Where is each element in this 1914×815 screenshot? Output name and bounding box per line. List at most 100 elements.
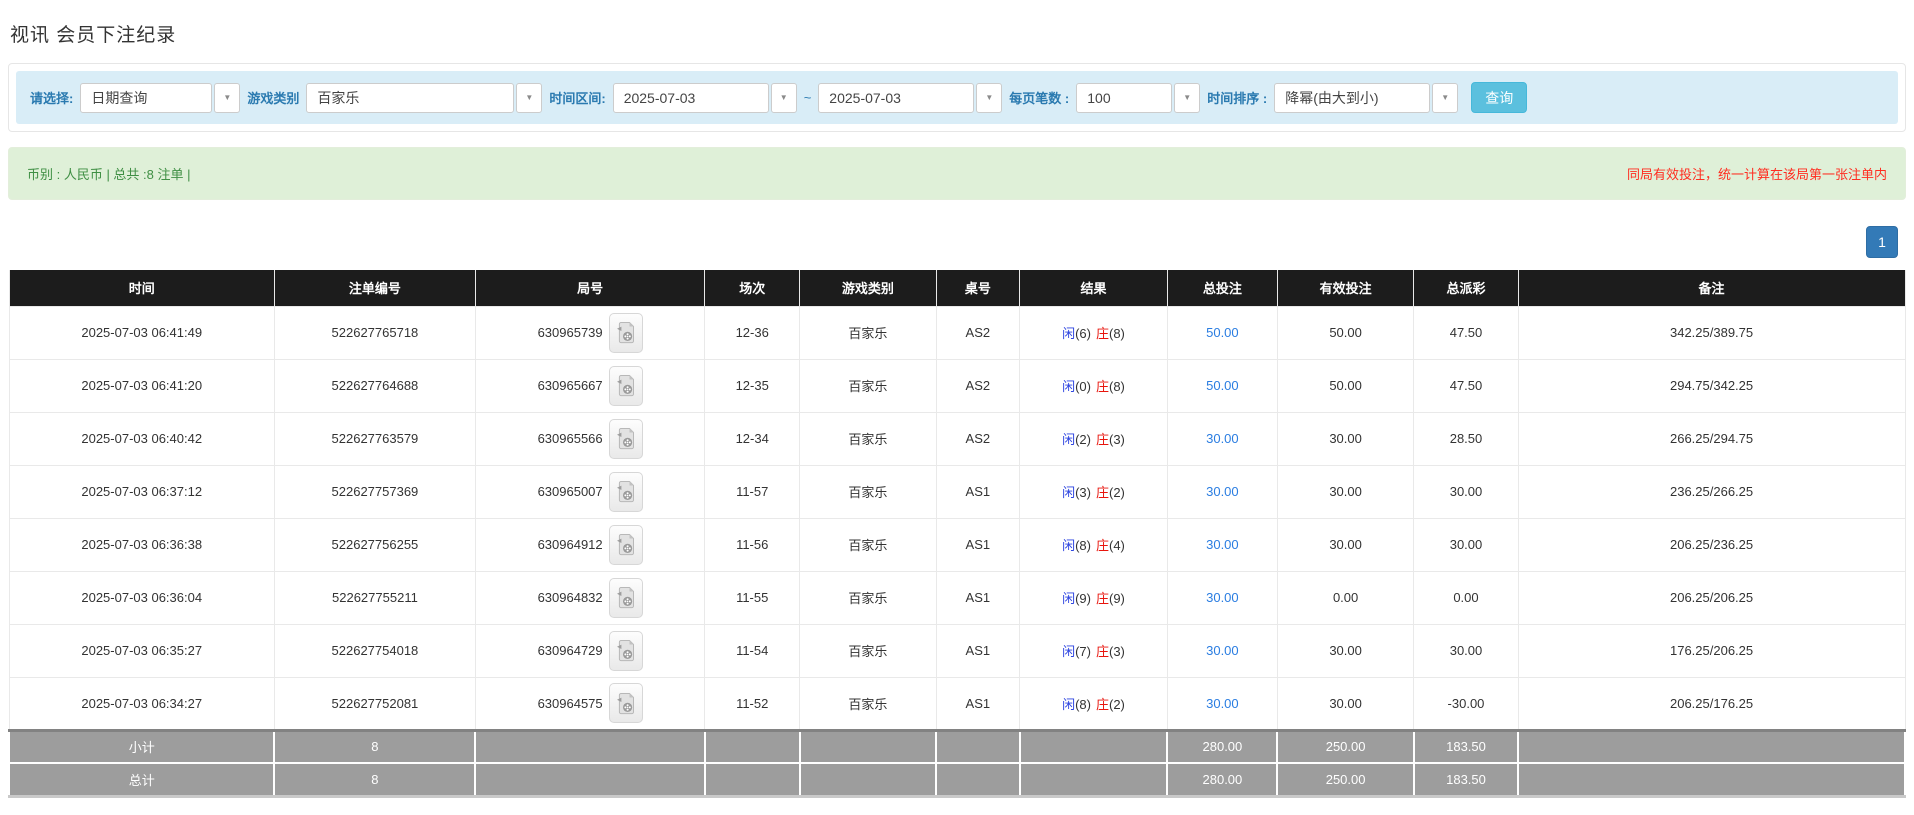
caret-down-icon: ▼: [223, 94, 231, 102]
cell-table-no: AS1: [936, 518, 1019, 571]
total-bet-link[interactable]: 30.00: [1206, 431, 1239, 446]
cell-remark: 206.25/176.25: [1518, 677, 1905, 730]
result-player-score: (8): [1075, 538, 1091, 553]
cell-payout: 30.00: [1414, 518, 1518, 571]
result-banker-score: (2): [1109, 697, 1125, 712]
result-player-label: 闲: [1062, 538, 1075, 553]
cell-session: 11-52: [705, 677, 800, 730]
video-replay-button[interactable]: [609, 472, 643, 512]
result-banker-label: 庄: [1096, 326, 1109, 341]
cell-bet-id: 522627756255: [274, 518, 475, 571]
video-icon: [616, 533, 635, 556]
total-bet-link[interactable]: 30.00: [1206, 643, 1239, 658]
total-bet-link[interactable]: 30.00: [1206, 590, 1239, 605]
cell-game: 百家乐: [800, 465, 937, 518]
cell-total-bet: 50.00: [1167, 306, 1277, 359]
page-button-1[interactable]: 1: [1866, 226, 1898, 258]
round-id-value: 630964912: [538, 537, 603, 552]
cell-table-no: AS1: [936, 677, 1019, 730]
cell-payout: 0.00: [1414, 571, 1518, 624]
sort-order-dropdown[interactable]: 降幂(由大到小): [1274, 83, 1430, 113]
result-player-score: (6): [1075, 326, 1091, 341]
video-icon: [616, 639, 635, 662]
cell-bet-id: 522627764688: [274, 359, 475, 412]
cell-game: 百家乐: [800, 412, 937, 465]
video-replay-button[interactable]: [609, 525, 643, 565]
total-bet-link[interactable]: 30.00: [1206, 484, 1239, 499]
cell-table-no: AS1: [936, 571, 1019, 624]
total-bet-link[interactable]: 30.00: [1206, 696, 1239, 711]
video-replay-button[interactable]: [609, 578, 643, 618]
cell-valid-bet: 30.00: [1277, 677, 1414, 730]
total-payout: 183.50: [1414, 763, 1518, 796]
cell-game: 百家乐: [800, 518, 937, 571]
caret-down-icon: ▼: [1441, 94, 1449, 102]
cell-payout: -30.00: [1414, 677, 1518, 730]
round-id-value: 630964832: [538, 590, 603, 605]
total-bet-link[interactable]: 50.00: [1206, 325, 1239, 340]
cell-round-id: 630965739: [475, 306, 704, 359]
result-banker-score: (2): [1109, 485, 1125, 500]
cell-valid-bet: 30.00: [1277, 412, 1414, 465]
cell-payout: 28.50: [1414, 412, 1518, 465]
cell-game: 百家乐: [800, 359, 937, 412]
cell-remark: 266.25/294.75: [1518, 412, 1905, 465]
cell-payout: 47.50: [1414, 306, 1518, 359]
result-player-score: (7): [1075, 644, 1091, 659]
result-banker-score: (3): [1109, 432, 1125, 447]
select-type-value: 日期查询: [91, 88, 147, 108]
total-bet-link[interactable]: 50.00: [1206, 378, 1239, 393]
cell-time: 2025-07-03 06:36:38: [9, 518, 274, 571]
caret-down-icon: ▼: [985, 94, 993, 102]
caret-down-icon: ▼: [1183, 94, 1191, 102]
select-type-dropdown[interactable]: 日期查询: [80, 83, 212, 113]
cell-total-bet: 30.00: [1167, 412, 1277, 465]
result-player-label: 闲: [1062, 485, 1075, 500]
subtotal-valid-bet: 250.00: [1277, 730, 1414, 763]
cell-session: 11-55: [705, 571, 800, 624]
total-bet-link[interactable]: 30.00: [1206, 537, 1239, 552]
time-range-end-caret-button[interactable]: ▼: [976, 83, 1002, 113]
game-category-caret-button[interactable]: ▼: [516, 83, 542, 113]
cell-payout: 30.00: [1414, 465, 1518, 518]
cell-session: 11-57: [705, 465, 800, 518]
time-range-start-value: 2025-07-03: [624, 90, 696, 106]
col-header-result: 结果: [1020, 270, 1168, 306]
subtotal-payout: 183.50: [1414, 730, 1518, 763]
time-range-start-caret-button[interactable]: ▼: [771, 83, 797, 113]
result-player-label: 闲: [1062, 326, 1075, 341]
result-banker-score: (8): [1109, 326, 1125, 341]
cell-table-no: AS2: [936, 359, 1019, 412]
cell-session: 12-34: [705, 412, 800, 465]
result-player-score: (8): [1075, 697, 1091, 712]
result-player-score: (9): [1075, 591, 1091, 606]
sort-order-caret-button[interactable]: ▼: [1432, 83, 1458, 113]
video-replay-button[interactable]: [609, 313, 643, 353]
game-category-dropdown[interactable]: 百家乐: [306, 83, 514, 113]
video-replay-button[interactable]: [609, 366, 643, 406]
time-range-end-dropdown[interactable]: 2025-07-03: [818, 83, 974, 113]
search-button[interactable]: 查询: [1471, 82, 1527, 113]
per-page-value: 100: [1087, 90, 1110, 106]
cell-session: 12-35: [705, 359, 800, 412]
cell-remark: 206.25/236.25: [1518, 518, 1905, 571]
col-header-bet-id: 注单编号: [274, 270, 475, 306]
time-range-start-dropdown[interactable]: 2025-07-03: [613, 83, 769, 113]
per-page-caret-button[interactable]: ▼: [1174, 83, 1200, 113]
cell-bet-id: 522627755211: [274, 571, 475, 624]
select-type-caret-button[interactable]: ▼: [214, 83, 240, 113]
cell-valid-bet: 30.00: [1277, 518, 1414, 571]
result-banker-label: 庄: [1096, 379, 1109, 394]
round-id-value: 630964575: [538, 696, 603, 711]
col-header-game: 游戏类别: [800, 270, 937, 306]
filter-label-select-type: 请选择:: [30, 88, 73, 107]
video-replay-button[interactable]: [609, 631, 643, 671]
result-player-label: 闲: [1062, 379, 1075, 394]
video-replay-button[interactable]: [609, 419, 643, 459]
video-replay-button[interactable]: [609, 683, 643, 723]
result-player-score: (0): [1075, 379, 1091, 394]
caret-down-icon: ▼: [525, 94, 533, 102]
per-page-dropdown[interactable]: 100: [1076, 83, 1172, 113]
result-banker-label: 庄: [1096, 697, 1109, 712]
filter-label-game-category: 游戏类别: [247, 88, 299, 107]
